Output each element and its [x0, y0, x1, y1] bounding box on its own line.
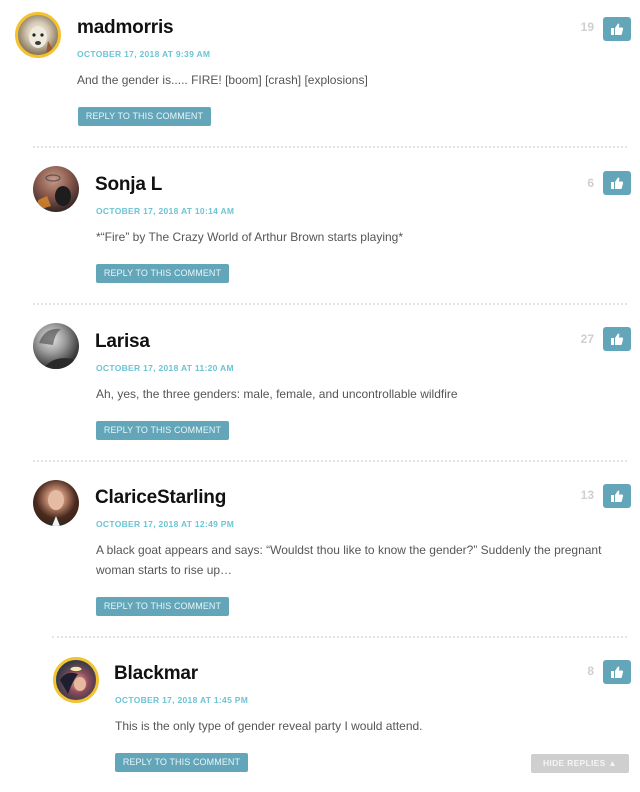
- user-photo-icon: [38, 174, 71, 210]
- hide-replies-button[interactable]: HIDE REPLIES ▲: [531, 754, 629, 773]
- comment-date[interactable]: OCTOBER 17, 2018 AT 1:45 PM: [115, 695, 248, 705]
- comment-author[interactable]: ClariceStarling: [95, 487, 226, 509]
- comment-date[interactable]: OCTOBER 17, 2018 AT 11:20 AM: [96, 363, 234, 373]
- comment-date[interactable]: OCTOBER 17, 2018 AT 10:14 AM: [96, 206, 234, 216]
- like-button[interactable]: [603, 327, 631, 351]
- reply-button[interactable]: REPLY TO THIS COMMENT: [96, 421, 229, 440]
- comment-divider: [33, 460, 627, 462]
- comic-art-icon: [60, 666, 86, 694]
- avatar[interactable]: [33, 480, 79, 526]
- comment-date[interactable]: OCTOBER 17, 2018 AT 12:49 PM: [96, 519, 234, 529]
- thumbs-up-icon: [611, 490, 624, 502]
- comment-text: This is the only type of gender reveal p…: [115, 719, 423, 733]
- like-count: 27: [580, 332, 594, 346]
- like-button[interactable]: [603, 660, 631, 684]
- comment-divider: [33, 146, 627, 148]
- avatar[interactable]: [33, 323, 79, 369]
- portrait-icon: [45, 490, 67, 526]
- comment-author[interactable]: madmorris: [77, 17, 174, 39]
- thumbs-up-icon: [611, 333, 624, 345]
- like-count: 19: [580, 20, 594, 34]
- bw-photo-icon: [39, 328, 79, 369]
- like-count: 8: [587, 664, 594, 678]
- comment-date[interactable]: OCTOBER 17, 2018 AT 9:39 AM: [77, 49, 210, 59]
- alpaca-icon: [29, 26, 56, 55]
- comment-author[interactable]: Blackmar: [114, 663, 198, 685]
- thumbs-up-icon: [611, 666, 624, 678]
- like-count: 6: [587, 176, 594, 190]
- reply-button[interactable]: REPLY TO THIS COMMENT: [96, 597, 229, 616]
- comment-author[interactable]: Sonja L: [95, 174, 162, 196]
- like-button[interactable]: [603, 171, 631, 195]
- like-button[interactable]: [603, 484, 631, 508]
- thumbs-up-icon: [611, 177, 624, 189]
- reply-button[interactable]: REPLY TO THIS COMMENT: [78, 107, 211, 126]
- comment-text: Ah, yes, the three genders: male, female…: [96, 387, 458, 401]
- comment-text: And the gender is..... FIRE! [boom] [cra…: [77, 73, 368, 87]
- reply-button[interactable]: REPLY TO THIS COMMENT: [115, 753, 248, 772]
- comment-text: *“Fire” by The Crazy World of Arthur Bro…: [96, 230, 403, 244]
- comment-text: A black goat appears and says: “Wouldst …: [96, 543, 602, 577]
- reply-divider: [52, 636, 627, 638]
- avatar[interactable]: [15, 12, 61, 58]
- comment-divider: [33, 303, 627, 305]
- comment-author[interactable]: Larisa: [95, 331, 150, 353]
- like-button[interactable]: [603, 17, 631, 41]
- avatar[interactable]: [53, 657, 99, 703]
- reply-button[interactable]: REPLY TO THIS COMMENT: [96, 264, 229, 283]
- like-count: 13: [580, 488, 594, 502]
- thumbs-up-icon: [611, 23, 624, 35]
- avatar[interactable]: [33, 166, 79, 212]
